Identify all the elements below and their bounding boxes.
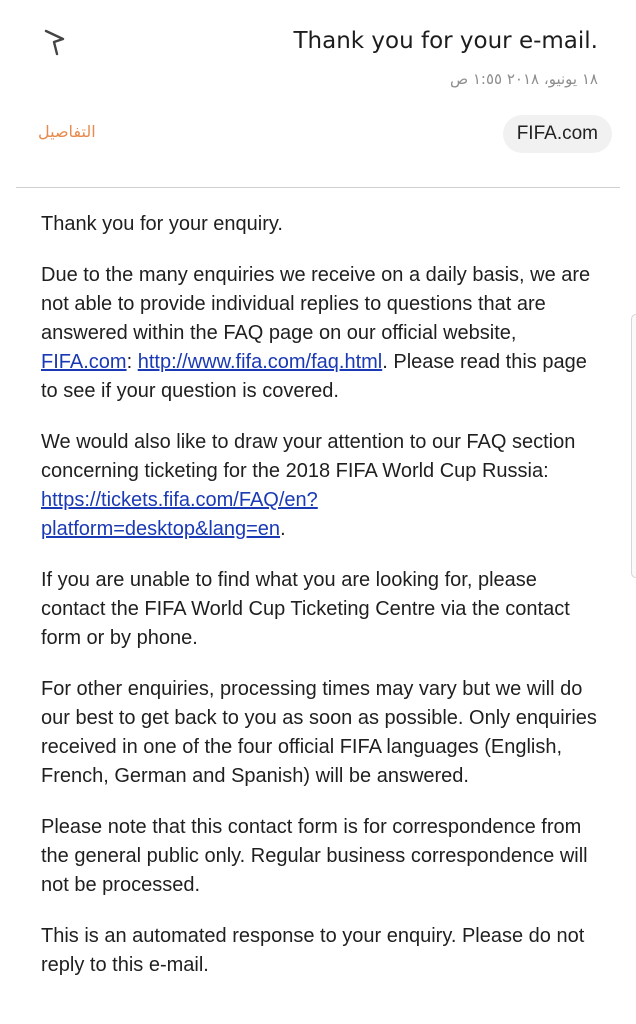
- body-paragraph: This is an automated response to your en…: [41, 925, 585, 976]
- body-text: We would also like to draw your attentio…: [41, 431, 576, 482]
- body-paragraph: Thank you for your enquiry.: [41, 213, 283, 235]
- email-subject: Thank you for your e-mail.: [293, 28, 598, 54]
- body-paragraph: Please note that this contact form is fo…: [41, 816, 588, 896]
- body-text: :: [126, 351, 138, 373]
- details-link[interactable]: التفاصيل: [38, 122, 96, 141]
- email-date: ١٨ يونيو، ٢٠١٨ ١:٥٥ ص: [449, 70, 598, 88]
- fifa-com-link[interactable]: FIFA.com: [41, 351, 127, 373]
- body-text: .: [280, 518, 286, 540]
- body-paragraph: Due to the many enquiries we receive on …: [41, 261, 603, 406]
- sender-chip[interactable]: FIFA.com: [502, 115, 612, 153]
- body-text: Due to the many enquiries we receive on …: [41, 264, 591, 344]
- email-body: Thank you for your enquiry. Due to the m…: [41, 210, 603, 1002]
- scrollbar[interactable]: [631, 314, 636, 578]
- faq-link[interactable]: http://www.fifa.com/faq.html: [138, 351, 383, 373]
- header-divider: [16, 187, 620, 188]
- link-line: https://tickets.fifa.com/FAQ/en?: [41, 489, 318, 511]
- body-paragraph: For other enquiries, processing times ma…: [41, 678, 597, 787]
- tickets-faq-link[interactable]: https://tickets.fifa.com/FAQ/en? platform…: [41, 489, 318, 540]
- body-paragraph: We would also like to draw your attentio…: [41, 428, 603, 544]
- email-header: Thank you for your e-mail. ١٨ يونيو، ٢٠١…: [0, 0, 636, 188]
- link-line: platform=desktop&lang=en: [41, 518, 281, 540]
- flag-icon[interactable]: [40, 26, 70, 58]
- body-paragraph: If you are unable to find what you are l…: [41, 569, 570, 649]
